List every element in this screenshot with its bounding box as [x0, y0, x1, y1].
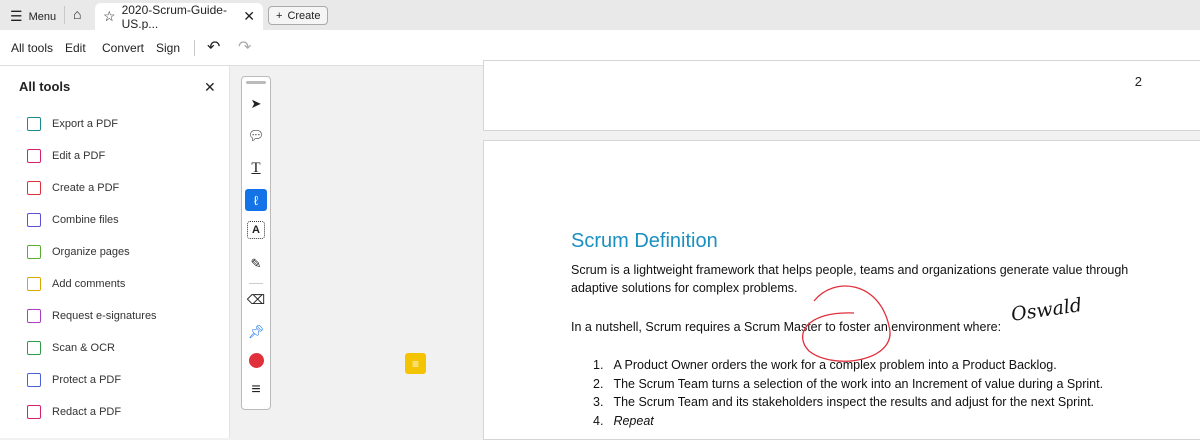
tool-request-esignatures[interactable]: Request e-signatures: [27, 309, 157, 323]
menu-label: Menu: [28, 10, 57, 23]
color-picker-icon[interactable]: [245, 349, 267, 371]
tab-convert[interactable]: Convert: [102, 41, 144, 55]
eraser-icon[interactable]: ⌫: [245, 289, 267, 311]
list-text: The Scrum Team turns a selection of the …: [613, 376, 1104, 391]
edit-pdf-icon: [27, 149, 41, 163]
tool-combine-files[interactable]: Combine files: [27, 213, 119, 227]
export-pdf-icon: [27, 117, 41, 131]
all-tools-panel: All tools ✕ Export a PDF Edit a PDF Create…: [0, 66, 230, 438]
list-item: 2. The Scrum Team turns a selection of th…: [593, 377, 1103, 391]
freehand-ink-annotation[interactable]: [784, 281, 914, 371]
tool-label: Organize pages: [52, 246, 130, 258]
redo-icon[interactable]: ↷: [238, 37, 251, 57]
page-number: 2: [1134, 74, 1142, 89]
list-text: The Scrum Team and its stakeholders insp…: [613, 395, 1095, 409]
document-tab[interactable]: ☆ 2020-Scrum-Guide-US.p... ✕: [95, 2, 263, 31]
select-arrow-icon[interactable]: ➤: [245, 93, 267, 115]
list-number: 2.: [593, 376, 604, 391]
pdf-page: Scrum Definition Scrum is a lightweight …: [483, 140, 1200, 440]
add-comments-icon: [27, 277, 41, 291]
list-item: 4. Repeat: [593, 414, 654, 428]
draw-freehand-icon[interactable]: ℓ: [245, 189, 267, 211]
tool-protect-pdf[interactable]: Protect a PDF: [27, 373, 121, 387]
home-icon[interactable]: ⌂: [73, 6, 81, 22]
tool-label: Combine files: [52, 214, 119, 226]
tab-all-tools[interactable]: All tools: [11, 41, 53, 55]
create-label: Create: [287, 9, 321, 22]
tool-add-comments[interactable]: Add comments: [27, 277, 125, 291]
sticky-note-icon[interactable]: ≡: [405, 353, 426, 374]
create-button[interactable]: + Create: [268, 6, 329, 25]
tool-label: Request e-signatures: [52, 310, 157, 322]
divider: [249, 283, 263, 284]
tool-label: Create a PDF: [52, 182, 120, 194]
panel-title: All tools: [19, 79, 71, 94]
section-heading: Scrum Definition: [571, 230, 718, 252]
tool-create-pdf[interactable]: Create a PDF: [27, 181, 119, 195]
protect-pdf-icon: [27, 373, 41, 387]
organize-pages-icon: [27, 245, 41, 259]
tool-label: Redact a PDF: [52, 406, 122, 418]
list-number: 4.: [593, 413, 604, 428]
signature: Oswald: [1009, 294, 1084, 326]
annotation-toolbar: ➤ 💬︎ T ℓ A ✎ ⌫ 📌︎ ≡: [241, 76, 271, 410]
signature-pen-icon[interactable]: ✎: [245, 253, 267, 275]
star-icon[interactable]: ☆: [103, 8, 116, 25]
tab-sign[interactable]: Sign: [156, 41, 180, 55]
list-text: Repeat: [613, 413, 654, 428]
tool-label: Add comments: [52, 278, 126, 290]
more-options-icon[interactable]: ≡: [245, 379, 267, 401]
undo-icon[interactable]: ↶: [207, 37, 220, 57]
close-panel-icon[interactable]: ✕: [204, 79, 216, 96]
add-comment-icon[interactable]: 💬︎: [245, 125, 267, 147]
tab-edit[interactable]: Edit: [65, 41, 86, 55]
tool-label: Scan & OCR: [52, 342, 115, 354]
pdf-page-previous: 2: [483, 60, 1200, 131]
create-pdf-icon: [27, 181, 41, 195]
plus-icon: +: [276, 9, 283, 22]
paragraph-line: Scrum is a lightweight framework that he…: [571, 263, 1129, 277]
list-number: 1.: [593, 358, 604, 372]
redact-pdf-icon: [27, 405, 41, 419]
drag-handle[interactable]: [246, 81, 266, 84]
hamburger-icon: ☰: [10, 8, 23, 24]
tool-scan-ocr[interactable]: Scan & OCR: [27, 341, 115, 355]
tool-label: Export a PDF: [52, 118, 119, 130]
tool-redact-pdf[interactable]: Redact a PDF: [27, 405, 121, 419]
divider: [194, 40, 195, 56]
divider: [64, 6, 65, 24]
request-esignatures-icon: [27, 309, 41, 323]
tab-title: 2020-Scrum-Guide-US.p...: [121, 2, 227, 31]
menu-button[interactable]: ☰ Menu: [10, 8, 56, 25]
tool-organize-pages[interactable]: Organize pages: [27, 245, 130, 259]
close-tab-icon[interactable]: ✕: [243, 8, 255, 25]
combine-files-icon: [27, 213, 41, 227]
tool-label: Protect a PDF: [52, 374, 122, 386]
list-number: 3.: [593, 395, 604, 409]
tool-export-pdf[interactable]: Export a PDF: [27, 117, 118, 131]
text-recognition-icon[interactable]: A: [247, 221, 265, 239]
tool-label: Edit a PDF: [52, 150, 106, 162]
paragraph-line: adaptive solutions for complex problems.: [571, 281, 798, 295]
scan-ocr-icon: [27, 341, 41, 355]
pin-icon[interactable]: 📌︎: [245, 321, 267, 343]
list-item: 3. The Scrum Team and its stakeholders in…: [593, 395, 1094, 409]
title-bar: ☰ Menu ⌂ ☆ 2020-Scrum-Guide-US.p... ✕ + Crea…: [0, 0, 1200, 31]
tool-edit-pdf[interactable]: Edit a PDF: [27, 149, 105, 163]
text-tool-icon[interactable]: T: [245, 157, 267, 179]
